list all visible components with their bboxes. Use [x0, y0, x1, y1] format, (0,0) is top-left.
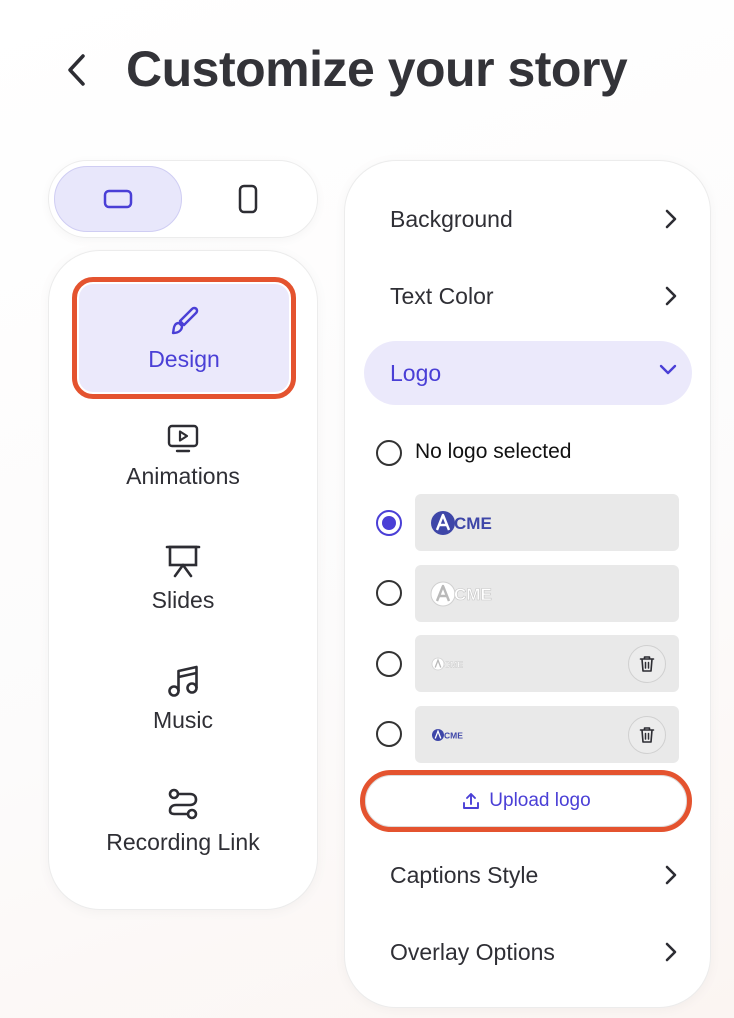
chevron-left-icon — [68, 54, 85, 86]
acme-logo: CME — [430, 581, 492, 606]
video-play-icon — [167, 424, 199, 453]
overlay-options-label: Overlay Options — [390, 938, 555, 965]
upload-logo-label: Upload logo — [489, 790, 591, 811]
nav-item-music[interactable]: Music — [77, 663, 289, 734]
page-title: Customize your story — [126, 41, 628, 97]
no-logo-radio[interactable] — [376, 440, 402, 466]
chevron-right-icon — [665, 209, 677, 229]
nav-item-label: Animations — [126, 463, 240, 489]
logo-radio-4[interactable] — [376, 721, 402, 747]
nav-item-design[interactable]: Design — [72, 277, 296, 399]
nav-item-slides[interactable]: Slides — [77, 543, 289, 614]
logo-option-2[interactable]: CME — [415, 565, 679, 622]
nav-item-label: Slides — [151, 587, 215, 613]
overlay-options-row[interactable]: Overlay Options — [345, 927, 712, 977]
nav-item-label: Music — [152, 707, 214, 733]
chevron-down-icon — [659, 364, 677, 375]
logo-radio-2[interactable] — [376, 580, 402, 606]
upload-icon — [463, 793, 480, 809]
upload-logo-button[interactable]: Upload logo — [360, 770, 692, 832]
svg-text:CME: CME — [444, 730, 463, 740]
trash-icon — [639, 727, 655, 743]
logo-option-1[interactable]: CME — [415, 494, 679, 551]
brush-icon — [171, 306, 199, 334]
music-note-icon — [168, 665, 198, 697]
svg-text:CME: CME — [444, 659, 463, 669]
nav-item-recording-link[interactable]: Recording Link — [77, 787, 289, 856]
captions-style-label: Captions Style — [390, 861, 539, 888]
nav-item-label: Recording Link — [106, 829, 260, 855]
delete-logo-button[interactable] — [628, 645, 666, 683]
sidebar-nav: Design Animations Slides Music Recording… — [48, 250, 318, 910]
nav-item-animations[interactable]: Animations — [77, 423, 289, 490]
orientation-toggle — [48, 160, 318, 238]
chevron-right-icon — [665, 942, 677, 962]
acme-logo: CME — [432, 728, 463, 741]
svg-text:CME: CME — [454, 585, 492, 604]
text-color-row[interactable]: Text Color — [345, 271, 712, 321]
nav-item-label: Design — [148, 345, 220, 372]
logo-radio-1[interactable] — [376, 510, 402, 536]
captions-style-row[interactable]: Captions Style — [345, 850, 712, 900]
chevron-right-icon — [665, 286, 677, 306]
landscape-option[interactable] — [54, 166, 182, 232]
acme-logo: CME — [431, 657, 463, 670]
logo-radio-3[interactable] — [376, 651, 402, 677]
no-logo-label: No logo selected — [415, 440, 572, 463]
settings-panel: Background Text Color Logo No logo selec… — [344, 160, 711, 1008]
header: Customize your story — [0, 0, 734, 140]
logo-row[interactable]: Logo — [364, 341, 692, 405]
logo-label: Logo — [390, 359, 442, 386]
delete-logo-button[interactable] — [628, 716, 666, 754]
landscape-icon — [103, 189, 133, 209]
logo-option-4[interactable]: CME — [415, 706, 679, 763]
acme-logo: CME — [431, 510, 492, 535]
trash-icon — [639, 656, 655, 672]
background-row[interactable]: Background — [345, 194, 712, 244]
back-button[interactable] — [56, 48, 96, 92]
background-label: Background — [390, 205, 513, 232]
portrait-option[interactable] — [184, 166, 312, 232]
route-link-icon — [168, 788, 198, 820]
chevron-right-icon — [665, 865, 677, 885]
svg-text:CME: CME — [454, 514, 492, 533]
presentation-icon — [165, 545, 201, 578]
text-color-label: Text Color — [390, 282, 494, 309]
logo-option-3[interactable]: CME — [415, 635, 679, 692]
portrait-icon — [238, 184, 258, 214]
